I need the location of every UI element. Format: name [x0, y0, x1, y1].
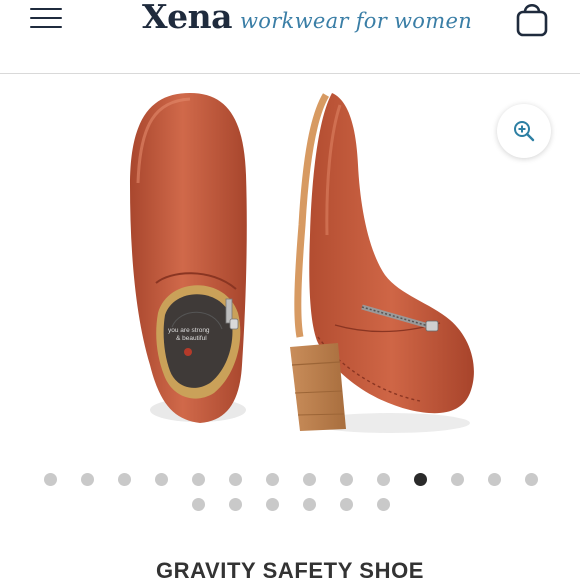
- gallery-dot[interactable]: [191, 497, 205, 511]
- gallery-dot[interactable]: [228, 472, 242, 486]
- gallery-dot[interactable]: [339, 472, 353, 486]
- site-header: Xena workwear for women: [0, 0, 580, 74]
- gallery-dot[interactable]: [117, 472, 131, 486]
- gallery-dot[interactable]: [302, 472, 316, 486]
- left-shoe: you are strong & beautiful: [130, 93, 247, 423]
- gallery-dot[interactable]: [524, 472, 538, 486]
- gallery-dot[interactable]: [376, 497, 390, 511]
- gallery-dot[interactable]: [191, 472, 205, 486]
- product-image-gallery[interactable]: you are strong & beautiful: [0, 75, 580, 455]
- gallery-dot[interactable]: [376, 472, 390, 486]
- brand-name: Xena: [142, 0, 232, 36]
- gallery-dot[interactable]: [487, 472, 501, 486]
- right-shoe: [290, 93, 474, 433]
- zoom-in-icon: [514, 121, 535, 142]
- hamburger-menu-icon[interactable]: [28, 6, 64, 32]
- gallery-dot[interactable]: [302, 497, 316, 511]
- gallery-dot[interactable]: [80, 472, 94, 486]
- product-image: you are strong & beautiful: [130, 93, 474, 433]
- insole-text-1: you are strong: [168, 327, 210, 334]
- zoom-button[interactable]: [497, 104, 551, 158]
- menu-line: [30, 26, 62, 28]
- menu-line: [30, 8, 62, 10]
- shopping-bag-icon[interactable]: [512, 0, 552, 38]
- gallery-dot[interactable]: [339, 497, 353, 511]
- brand-logo[interactable]: Xena workwear for women: [142, 0, 472, 47]
- gallery-dot[interactable]: [43, 472, 57, 486]
- menu-line: [30, 17, 62, 19]
- gallery-dot[interactable]: [265, 497, 279, 511]
- insole-text-2: & beautiful: [176, 335, 207, 342]
- product-title: GRAVITY SAFETY SHOE: [155, 558, 425, 580]
- gallery-dot[interactable]: [413, 472, 427, 486]
- gallery-dot[interactable]: [154, 472, 168, 486]
- gallery-dot[interactable]: [450, 472, 464, 486]
- gallery-dot[interactable]: [265, 472, 279, 486]
- gallery-dot[interactable]: [228, 497, 242, 511]
- brand-tagline: workwear for women: [239, 9, 473, 33]
